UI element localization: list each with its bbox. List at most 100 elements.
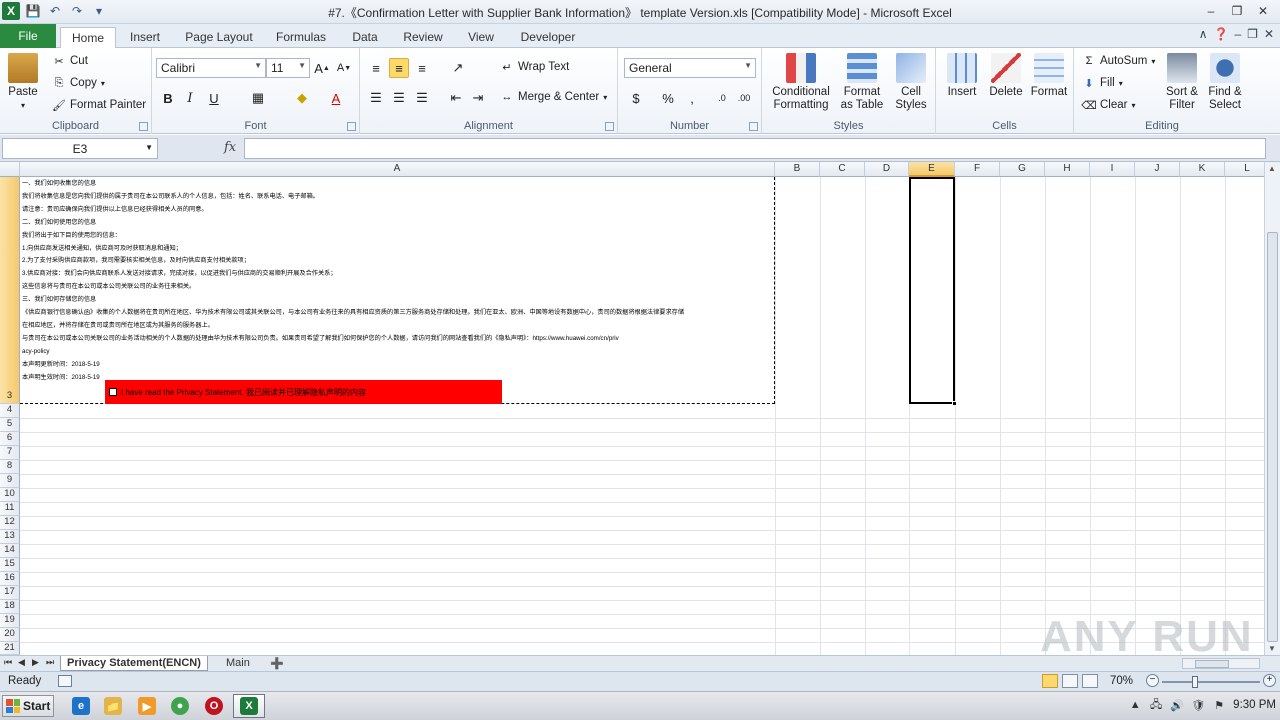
font-color-icon[interactable]: A [326,88,346,108]
media-player-icon[interactable]: ▶ [138,697,156,715]
merge-center-button[interactable]: ↔ Merge & Center ▾ [500,90,608,104]
vertical-scroll-thumb[interactable] [1267,232,1278,642]
active-cell-e3[interactable] [909,177,957,406]
row-header[interactable]: 12 [0,516,20,530]
tab-view[interactable]: View [462,27,500,48]
collapse-ribbon-icon[interactable]: ∧ [1199,27,1208,41]
format-as-table-button[interactable]: Format as Table [836,53,888,112]
underline-button[interactable]: U [204,88,224,108]
vertical-scrollbar[interactable]: ▲ ▼ [1264,162,1280,655]
internet-explorer-icon[interactable]: e [72,697,90,715]
row-header[interactable]: 17 [0,586,20,600]
font-size-select[interactable]: 11 ▼ [266,58,310,78]
normal-view-icon[interactable] [1042,674,1058,688]
file-explorer-icon[interactable]: 📁 [104,697,122,715]
align-bottom-icon[interactable]: ≡ [412,58,432,78]
page-break-view-icon[interactable] [1082,674,1098,688]
first-sheet-icon[interactable]: ⏮ [4,657,12,668]
page-layout-view-icon[interactable] [1062,674,1078,688]
number-launcher-icon[interactable] [749,122,758,131]
find-select-button[interactable]: Find & Select [1204,53,1246,112]
cut-button[interactable]: ✂ Cut [52,54,88,68]
column-header[interactable]: L [1225,162,1264,177]
next-sheet-icon[interactable]: ▶ [32,657,39,668]
scroll-down-icon[interactable]: ▼ [1268,644,1276,653]
column-header[interactable]: J [1135,162,1180,177]
tab-formulas[interactable]: Formulas [272,27,330,48]
align-center-icon[interactable]: ☰ [389,88,409,108]
row-header-selected[interactable]: 3 [0,177,20,404]
comma-style-icon[interactable]: , [682,88,702,108]
fill-button[interactable]: ⬇ Fill ▾ [1082,76,1122,90]
network-icon[interactable]: 🖧 [1149,698,1163,712]
scroll-up-icon[interactable]: ▲ [1268,164,1276,173]
close-icon[interactable]: ✕ [1250,0,1276,22]
row-header[interactable]: 6 [0,432,20,446]
sheet-tab-main[interactable]: Main [220,656,256,671]
opera-icon[interactable]: O [205,697,223,715]
column-header[interactable]: B [775,162,820,177]
tab-insert[interactable]: Insert [124,27,166,48]
tab-file[interactable]: File [0,24,56,48]
excel-taskbar-button[interactable]: X [233,694,265,718]
insert-cells-button[interactable]: Insert [942,53,982,99]
grow-font-icon[interactable]: A ▲ [312,58,332,78]
column-header[interactable]: D [865,162,909,177]
zoom-slider-knob[interactable] [1192,676,1198,688]
last-sheet-icon[interactable]: ⏭ [46,657,54,668]
zoom-slider[interactable]: − + [1146,674,1276,689]
row-header[interactable]: 13 [0,530,20,544]
workbook-restore-icon[interactable]: ❐ [1247,27,1258,41]
tab-developer[interactable]: Developer [514,27,582,48]
tab-review[interactable]: Review [398,27,448,48]
conditional-formatting-button[interactable]: Conditional Formatting [768,53,834,112]
column-header[interactable]: K [1180,162,1225,177]
fill-handle[interactable] [952,401,957,406]
row-header[interactable]: 20 [0,628,20,642]
worksheet-grid[interactable]: A B C D E F G H I J K L 3 4 5 6 7 8 9 10… [0,162,1264,655]
format-painter-button[interactable]: 🖌 Format Painter [52,98,146,112]
start-button[interactable]: Start [2,695,54,717]
consent-checkbox[interactable] [109,388,117,396]
action-center-flag-icon[interactable]: ⚑ [1212,698,1226,712]
column-header[interactable]: F [955,162,1000,177]
borders-icon[interactable]: ▦ [248,88,268,108]
row-header[interactable]: 19 [0,614,20,628]
security-icon[interactable]: 🛡 [1191,698,1205,712]
row-header[interactable]: 18 [0,600,20,614]
row-header[interactable]: 16 [0,572,20,586]
clipboard-launcher-icon[interactable] [139,122,148,131]
clear-button[interactable]: ⌫ Clear ▾ [1081,98,1135,112]
align-right-icon[interactable]: ☰ [412,88,432,108]
sort-filter-button[interactable]: Sort & Filter [1162,53,1202,112]
help-icon[interactable]: ❓ [1214,27,1229,41]
alignment-launcher-icon[interactable] [605,122,614,131]
workbook-minimize-icon[interactable]: – [1234,27,1241,41]
cell-a3-privacy-statement[interactable]: 一、我们如何收集您的信息 我们将收集信息是您向我们提供的属于贵司在本公司联系人的… [22,178,774,385]
consent-checkbox-area[interactable]: I have read the Privacy Statement. 我已阅读并… [105,380,502,404]
column-header[interactable]: A [20,162,775,177]
minimize-icon[interactable]: – [1198,0,1224,22]
macro-record-icon[interactable] [58,675,72,687]
increase-indent-icon[interactable]: ⇥ [468,88,488,108]
format-cells-button[interactable]: Format [1028,53,1070,99]
sheet-tab-privacy-statement[interactable]: Privacy Statement(ENCN) [60,656,208,671]
workbook-close-icon[interactable]: ✕ [1264,27,1274,41]
restore-icon[interactable]: ❐ [1224,0,1250,22]
row-header[interactable]: 4 [0,404,20,418]
row-header[interactable]: 14 [0,544,20,558]
row-header[interactable]: 8 [0,460,20,474]
column-header-selected[interactable]: E [909,162,955,177]
clock[interactable]: 9:30 PM [1233,699,1276,711]
zoom-out-icon[interactable]: − [1146,674,1159,687]
formula-input[interactable] [244,138,1266,159]
insert-sheet-icon[interactable]: ➕ [264,656,290,671]
wrap-text-button[interactable]: ↵ Wrap Text [500,60,569,74]
shrink-font-icon[interactable]: A ▼ [334,58,354,78]
cell-styles-button[interactable]: Cell Styles [890,53,932,112]
decrease-indent-icon[interactable]: ⇤ [446,88,466,108]
row-header[interactable]: 9 [0,474,20,488]
chrome-icon[interactable]: ● [171,697,189,715]
row-header[interactable]: 21 [0,642,20,655]
select-all-corner[interactable] [0,162,20,177]
